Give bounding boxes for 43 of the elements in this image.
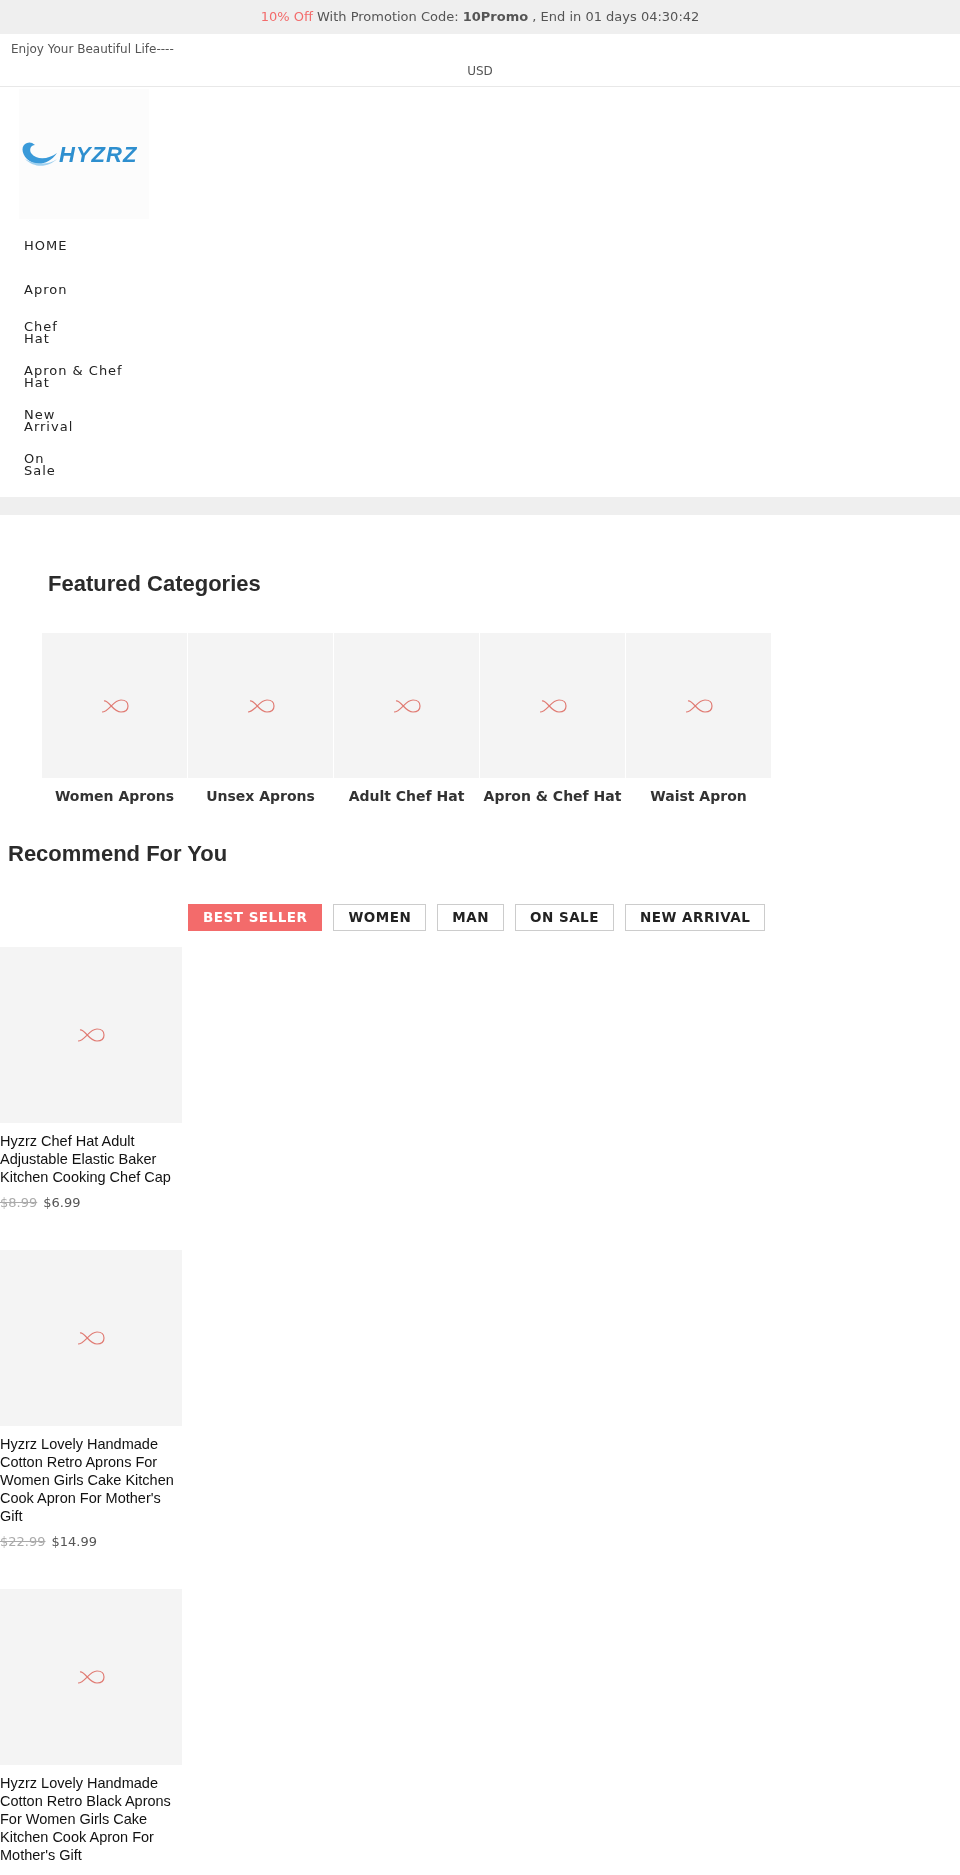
loop-icon bbox=[246, 697, 275, 714]
image-placeholder[interactable] bbox=[188, 633, 333, 779]
image-placeholder[interactable] bbox=[334, 633, 479, 779]
loop-icon bbox=[77, 1026, 105, 1043]
category-label[interactable]: Waist Apron bbox=[626, 786, 771, 808]
filter-tab[interactable]: ON SALE bbox=[514, 903, 614, 931]
filter-tab[interactable]: WOMEN bbox=[333, 903, 427, 931]
nav-link[interactable]: Apron & Chef Hat bbox=[24, 365, 123, 389]
nav-link[interactable]: HOME bbox=[24, 240, 68, 252]
loop-icon bbox=[684, 697, 713, 714]
product-title[interactable]: Hyzrz Chef Hat Adult Adjustable Elastic Baker Kitchen Cooking Chef Cap bbox=[0, 1131, 182, 1186]
currency-selector[interactable]: USD bbox=[11, 62, 949, 80]
section-heading: Featured Categories bbox=[47, 571, 262, 598]
tagline-text: Enjoy Your Beautiful Life---- bbox=[11, 41, 175, 58]
image-placeholder[interactable] bbox=[0, 1588, 182, 1765]
category-label[interactable]: Apron & Chef Hat bbox=[480, 786, 625, 808]
category-label[interactable]: Unsex Aprons bbox=[188, 786, 333, 808]
section-heading: Recommend For You bbox=[7, 840, 229, 868]
nav-link[interactable]: On Sale bbox=[24, 453, 56, 477]
loop-icon bbox=[100, 697, 129, 714]
nav-link[interactable]: New Arrival bbox=[24, 409, 74, 433]
filter-tab[interactable]: MAN bbox=[437, 903, 504, 931]
image-placeholder[interactable] bbox=[0, 946, 182, 1123]
promo-text: 10% Off With Promotion Code: 10Promo , End in 01 days 04:30:42 bbox=[260, 8, 700, 27]
category-label[interactable]: Adult Chef Hat bbox=[334, 786, 479, 808]
old-price: $8.99 bbox=[0, 1194, 38, 1210]
old-price: $22.99 bbox=[0, 1533, 46, 1549]
image-placeholder[interactable] bbox=[0, 1249, 182, 1426]
price: $14.99 bbox=[51, 1533, 97, 1549]
category-label[interactable]: Women Aprons bbox=[42, 786, 187, 808]
image-placeholder[interactable] bbox=[480, 633, 625, 779]
loop-icon bbox=[77, 1329, 105, 1346]
loop-icon bbox=[77, 1668, 105, 1685]
loop-icon bbox=[538, 697, 567, 714]
nav-link[interactable]: Chef Hat bbox=[24, 321, 58, 345]
product-title[interactable]: Hyzrz Lovely Handmade Cotton Retro Black Aprons For Women Girls Cake Kitchen Cook Apron For Mother's Gift bbox=[0, 1773, 182, 1864]
product-title[interactable]: Hyzrz Lovely Handmade Cotton Retro Aprons For Women Girls Cake Kitchen Cook Apron For Mother's Gift bbox=[0, 1434, 182, 1525]
image-placeholder[interactable] bbox=[42, 633, 187, 779]
image-placeholder[interactable] bbox=[626, 633, 771, 779]
nav-link[interactable]: Apron bbox=[24, 284, 68, 296]
loop-icon bbox=[392, 697, 421, 714]
filter-tab[interactable]: NEW ARRIVAL bbox=[624, 903, 766, 931]
price: $6.99 bbox=[43, 1194, 81, 1210]
